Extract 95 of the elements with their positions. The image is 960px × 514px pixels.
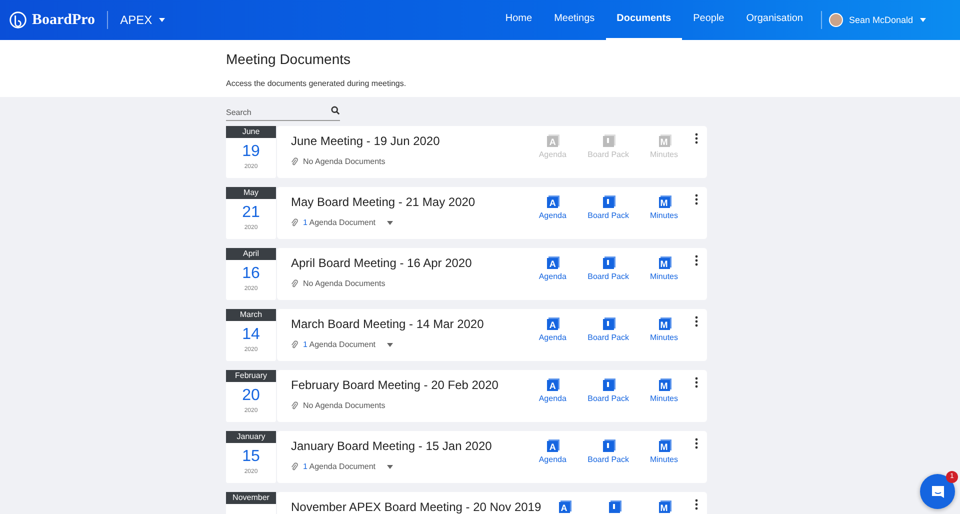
document-icon: A <box>547 319 558 330</box>
document-link[interactable]: M Minutes <box>649 253 679 281</box>
more-options-icon[interactable] <box>695 377 698 388</box>
book-icon <box>602 319 614 330</box>
month-label: March <box>226 309 276 321</box>
meeting-title[interactable]: March Board Meeting - 14 Mar 2020 <box>291 318 538 331</box>
document-link[interactable]: Board Pack <box>588 253 629 281</box>
meeting-title[interactable]: May Board Meeting - 21 May 2020 <box>291 196 538 209</box>
more-options-icon[interactable] <box>695 316 698 327</box>
logo-icon <box>9 11 27 29</box>
meeting-title[interactable]: February Board Meeting - 20 Feb 2020 <box>291 379 538 392</box>
paperclip-icon <box>291 157 298 166</box>
attachments-label: No Agenda Documents <box>303 157 386 166</box>
document-icon: M <box>658 136 670 147</box>
paperclip-icon <box>291 218 298 227</box>
book-icon <box>602 380 614 391</box>
agenda-documents-toggle[interactable]: 1 Agenda Document <box>303 462 376 471</box>
document-icon: A <box>547 197 558 208</box>
document-link[interactable]: M Minutes <box>649 375 679 403</box>
day-number: 20 <box>242 387 260 405</box>
document-icon: A <box>547 136 558 147</box>
paperclip-icon <box>291 279 298 288</box>
user-menu[interactable]: Sean McDonald <box>828 13 926 27</box>
document-link[interactable]: A Agenda <box>538 375 568 403</box>
document-link[interactable]: Board Pack <box>588 436 629 464</box>
document-link[interactable]: A Agenda <box>538 192 568 220</box>
document-link[interactable]: Board Pack <box>588 314 629 342</box>
month-label: February <box>226 370 276 382</box>
agenda-documents-toggle[interactable]: 1 Agenda Document <box>303 218 376 227</box>
document-link[interactable]: M Minutes <box>649 314 679 342</box>
paperclip-icon <box>291 401 298 410</box>
paperclip-icon <box>291 462 298 471</box>
chat-icon <box>930 484 946 500</box>
document-link[interactable]: M Minutes <box>649 192 679 220</box>
day-number: 21 <box>242 204 260 222</box>
organisation-switcher[interactable]: APEX <box>120 13 166 27</box>
document-link[interactable]: Board Pack <box>588 192 629 220</box>
caret-icon[interactable] <box>386 220 392 224</box>
agenda-documents-toggle[interactable]: 1 Agenda Document <box>303 340 376 349</box>
document-icon: M <box>658 441 670 452</box>
book-icon <box>602 258 614 269</box>
book-icon <box>602 197 614 208</box>
caret-icon[interactable] <box>386 464 392 468</box>
document-link[interactable]: Board Pack <box>588 375 629 403</box>
more-options-icon[interactable] <box>695 133 698 144</box>
more-options-icon[interactable] <box>695 499 698 510</box>
document-icon: M <box>658 197 670 208</box>
page-subtitle: Access the documents generated during meetings. <box>226 79 408 88</box>
document-icon: A <box>547 380 558 391</box>
document-icon: A <box>547 258 558 269</box>
paperclip-icon <box>291 340 298 349</box>
document-link[interactable]: M Minutes <box>649 436 679 464</box>
document-icon: M <box>658 258 670 269</box>
month-label: May <box>226 187 276 199</box>
document-link[interactable]: M <box>649 497 679 513</box>
nav-tab[interactable]: People <box>682 0 736 40</box>
caret-icon[interactable] <box>386 342 392 346</box>
document-link[interactable]: A <box>549 497 579 513</box>
nav-tab[interactable]: Home <box>494 0 544 40</box>
document-icon: M <box>658 380 670 391</box>
day-number: 15 <box>242 448 260 466</box>
month-label: April <box>226 248 276 260</box>
avatar-icon <box>828 13 843 27</box>
document-icon: M <box>658 319 670 330</box>
meeting-title[interactable]: June Meeting - 19 Jun 2020 <box>291 135 538 148</box>
search-icon <box>331 106 340 115</box>
nav-tab[interactable]: Organisation <box>735 0 814 40</box>
book-icon <box>602 136 614 147</box>
day-number: 14 <box>242 326 260 344</box>
more-options-icon[interactable] <box>695 194 698 205</box>
meeting-title[interactable]: November APEX Board Meeting - 20 Nov 2019 <box>291 501 549 514</box>
brand-name: BoardPro <box>32 12 96 28</box>
document-icon: M <box>658 502 670 513</box>
month-label: November <box>226 492 276 504</box>
page-title: Meeting Documents <box>226 50 352 67</box>
caret-icon <box>159 18 166 22</box>
month-label: January <box>226 431 276 443</box>
day-number: 16 <box>242 265 260 283</box>
book-icon <box>602 441 614 452</box>
more-options-icon[interactable] <box>695 255 698 266</box>
search-field[interactable]: Search <box>226 105 340 121</box>
meeting-title[interactable]: January Board Meeting - 15 Jan 2020 <box>291 440 538 453</box>
document-link[interactable]: A Agenda <box>538 314 568 342</box>
month-label: June <box>226 126 276 138</box>
attachments-label: No Agenda Documents <box>303 279 386 288</box>
day-number: 19 <box>242 143 260 161</box>
caret-icon <box>920 18 926 22</box>
document-link[interactable]: A Agenda <box>538 253 568 281</box>
document-icon: A <box>547 441 558 452</box>
more-options-icon[interactable] <box>695 438 698 449</box>
nav-tab[interactable]: Meetings <box>543 0 606 40</box>
document-link[interactable]: A Agenda <box>538 436 568 464</box>
meeting-title[interactable]: April Board Meeting - 16 Apr 2020 <box>291 257 538 270</box>
document-icon: A <box>558 502 570 513</box>
attachments-label: No Agenda Documents <box>303 401 386 410</box>
